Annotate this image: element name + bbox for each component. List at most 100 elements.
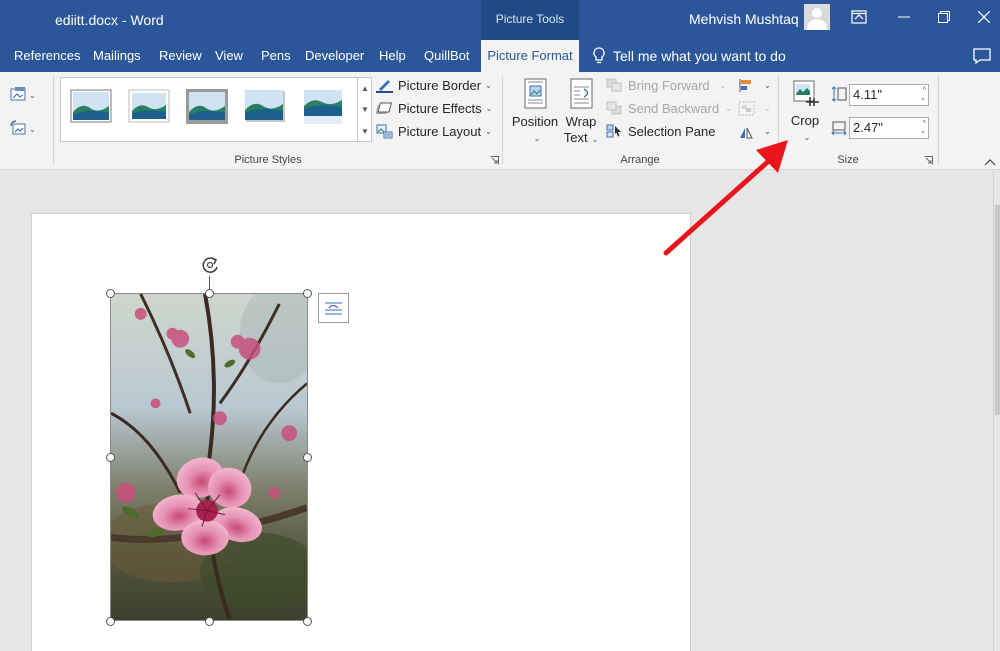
tab-references[interactable]: References xyxy=(8,40,86,72)
rotate-handle-icon[interactable] xyxy=(199,254,221,276)
resize-handle-top-left[interactable] xyxy=(106,289,115,298)
height-spin-down[interactable]: ⌄ xyxy=(920,95,926,103)
layout-options-icon xyxy=(325,302,342,315)
title-bar: ediitt.docx - Word Picture Tools Mehvish… xyxy=(0,0,1000,40)
wrap-text-button[interactable]: Wrap Text ⌄ xyxy=(561,78,601,148)
picture-effects-label: Picture Effects xyxy=(398,101,482,116)
gallery-more-button[interactable]: ▼ xyxy=(357,120,372,142)
picture-border-button[interactable]: Picture Border ⌄ xyxy=(376,78,492,93)
ribbon-display-icon xyxy=(851,10,867,24)
resize-handle-top-right[interactable] xyxy=(303,289,312,298)
resize-handle-bottom-left[interactable] xyxy=(106,617,115,626)
layout-options-button[interactable] xyxy=(318,293,349,323)
shape-height-icon xyxy=(831,86,847,102)
picture-style-thumbnail[interactable] xyxy=(186,88,228,126)
group-objects-button[interactable]: ⌄ xyxy=(738,101,771,116)
close-icon xyxy=(978,11,990,23)
width-spin-up[interactable]: ^ xyxy=(923,120,926,128)
tab-help[interactable]: Help xyxy=(373,40,412,72)
group-separator xyxy=(53,76,54,164)
shape-width-icon xyxy=(831,121,847,136)
tab-view[interactable]: View xyxy=(209,40,249,72)
lightbulb-icon xyxy=(593,47,605,64)
reset-picture-button[interactable]: ⌄ xyxy=(10,120,40,143)
comments-icon[interactable] xyxy=(971,46,993,66)
size-dialog-launcher-icon[interactable] xyxy=(924,156,933,165)
picture-layout-button[interactable]: Picture Layout ⌄ xyxy=(376,124,492,139)
size-group-label: Size xyxy=(837,154,859,166)
picture-styles-dialog-launcher-icon[interactable] xyxy=(490,156,499,165)
tab-quillbot[interactable]: QuillBot xyxy=(418,40,476,72)
ribbon-tabs: References Mailings Review View Pens Dev… xyxy=(0,40,1000,72)
height-spin-up[interactable]: ^ xyxy=(923,87,926,95)
change-picture-button[interactable]: ⌄ xyxy=(10,86,40,109)
group-separator xyxy=(938,76,939,164)
send-backward-label: Send Backward xyxy=(628,101,720,116)
picture-effects-button[interactable]: Picture Effects ⌄ xyxy=(376,101,492,116)
document-title: ediitt.docx - Word xyxy=(55,12,164,28)
ribbon-display-options-button[interactable] xyxy=(839,0,879,34)
position-label: Position xyxy=(511,114,559,129)
resize-handle-left[interactable] xyxy=(106,453,115,462)
restore-button[interactable] xyxy=(924,0,964,34)
position-icon xyxy=(524,78,547,109)
minimize-icon xyxy=(898,16,910,18)
send-backward-button[interactable]: Send Backward ⌄ xyxy=(606,101,732,116)
selected-picture[interactable] xyxy=(110,293,308,621)
picture-layout-label: Picture Layout xyxy=(398,124,482,139)
bring-forward-label: Bring Forward xyxy=(628,78,710,93)
align-button[interactable]: ⌄ xyxy=(738,78,771,93)
wrap-text-icon xyxy=(570,78,593,109)
resize-handle-bottom-right[interactable] xyxy=(303,617,312,626)
annotation-arrow xyxy=(663,140,788,256)
minimize-button[interactable] xyxy=(884,0,924,34)
tab-review[interactable]: Review xyxy=(153,40,208,72)
picture-styles-gallery[interactable]: ▲ ▼ ▼ xyxy=(60,77,372,142)
send-backward-icon xyxy=(606,101,622,115)
tell-me-search[interactable]: Tell me what you want to do xyxy=(593,46,786,66)
svg-text:⌄: ⌄ xyxy=(29,91,36,100)
gallery-scroll-up-button[interactable]: ▲ xyxy=(357,78,372,99)
picture-layout-icon xyxy=(376,124,393,139)
picture-style-thumbnail[interactable] xyxy=(302,88,344,126)
height-value: 4.11" xyxy=(853,87,882,102)
resize-handle-top[interactable] xyxy=(205,289,214,298)
change-picture-icon: ⌄ xyxy=(10,87,36,101)
bring-forward-button[interactable]: Bring Forward ⌄ xyxy=(606,78,726,93)
restore-icon xyxy=(938,11,950,23)
vertical-scrollbar[interactable] xyxy=(993,171,1000,651)
crop-icon xyxy=(793,80,819,106)
wrap-text-label-line1: Wrap xyxy=(565,114,597,129)
picture-style-thumbnail[interactable] xyxy=(244,88,286,126)
picture-style-thumbnail[interactable] xyxy=(70,88,112,126)
width-spin-down[interactable]: ⌄ xyxy=(920,128,926,136)
tell-me-text: Tell me what you want to do xyxy=(613,48,786,64)
position-dropdown-arrow: ⌄ xyxy=(533,134,541,143)
picture-styles-group-label: Picture Styles xyxy=(234,154,302,166)
user-name[interactable]: Mehvish Mushtaq xyxy=(689,11,799,27)
width-value: 2.47" xyxy=(853,120,883,135)
tab-picture-format[interactable]: Picture Format xyxy=(481,40,579,72)
resize-handle-right[interactable] xyxy=(303,453,312,462)
tab-mailings[interactable]: Mailings xyxy=(87,40,147,72)
height-field[interactable]: 4.11" ^ ⌄ xyxy=(849,84,929,106)
bring-forward-icon xyxy=(606,78,622,92)
width-field[interactable]: 2.47" ^ ⌄ xyxy=(849,117,929,139)
picture-tools-header: Picture Tools xyxy=(481,0,579,40)
svg-text:⌄: ⌄ xyxy=(29,125,36,134)
close-button[interactable] xyxy=(964,0,1000,34)
position-button[interactable]: Position ⌄ xyxy=(509,78,561,147)
reset-picture-icon: ⌄ xyxy=(10,120,36,135)
tab-pens[interactable]: Pens xyxy=(255,40,297,72)
gallery-scroll-down-button[interactable]: ▼ xyxy=(357,99,372,120)
resize-handle-bottom[interactable] xyxy=(205,617,214,626)
tab-developer[interactable]: Developer xyxy=(299,40,370,72)
picture-style-thumbnail[interactable] xyxy=(128,88,170,126)
wrap-text-label-line2: Text xyxy=(563,130,588,145)
avatar[interactable] xyxy=(804,4,830,30)
selection-pane-icon xyxy=(606,124,621,138)
collapse-ribbon-icon[interactable] xyxy=(984,158,996,166)
scrollbar-thumb[interactable] xyxy=(995,205,1000,415)
align-icon xyxy=(739,79,751,92)
ribbon: ⌄ ⌄ ▲ ▼ ▼ Picture Border ⌄ Picture Effect… xyxy=(0,72,1000,170)
